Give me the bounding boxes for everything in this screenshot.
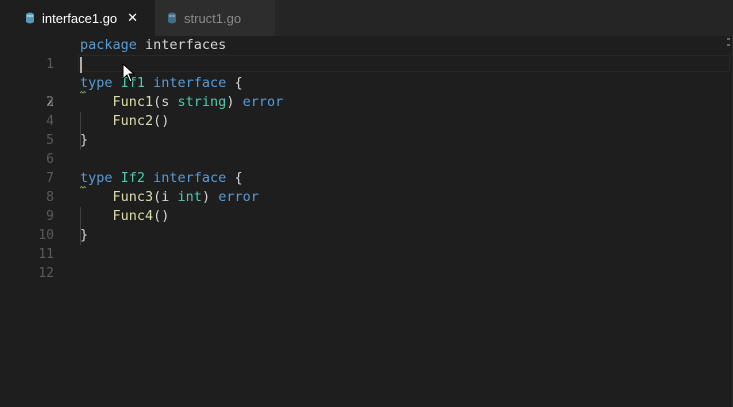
function-name: Func1 xyxy=(80,94,154,110)
code-line-current[interactable]: 2 xyxy=(0,55,733,110)
code-line[interactable]: 1 package interfaces xyxy=(0,36,733,72)
return-type: error xyxy=(242,94,284,110)
punctuation: (s xyxy=(153,94,178,110)
keyword: interface xyxy=(145,170,227,186)
keyword: type xyxy=(80,75,113,91)
brace: } xyxy=(80,132,89,148)
brace: } xyxy=(80,227,89,243)
punctuation: () xyxy=(153,208,170,224)
keyword: package xyxy=(80,37,137,53)
type-name: string xyxy=(177,94,227,110)
code-line[interactable]: 9 Func3(i int) error xyxy=(0,188,733,224)
line-number: 12 xyxy=(38,266,54,281)
close-icon[interactable]: ✕ xyxy=(127,11,138,26)
code-line[interactable]: 7 xyxy=(0,150,733,186)
package-name: interfaces xyxy=(136,37,227,53)
code-line[interactable]: 8 type If2 interface { xyxy=(0,169,733,205)
code-line[interactable]: 6 } xyxy=(0,131,733,167)
code-editor[interactable]: 1 package interfaces 2 3 type If1 interf… xyxy=(0,36,733,407)
brace: { xyxy=(226,170,243,186)
function-name: Func4 xyxy=(80,208,154,224)
tab-struct1-go[interactable]: struct1.go xyxy=(155,0,275,36)
code-line[interactable]: 10 Func4() xyxy=(0,207,733,243)
editor-window: interface1.go ✕ struct1.go 1 package int… xyxy=(0,0,733,407)
code-line[interactable]: 11 } xyxy=(0,226,733,262)
lint-squiggle xyxy=(80,91,86,94)
overview-ruler-mark xyxy=(727,44,730,46)
punctuation: ) xyxy=(201,189,219,205)
go-file-icon xyxy=(167,11,177,25)
tab-interface1-go[interactable]: interface1.go ✕ xyxy=(0,0,155,36)
return-type: error xyxy=(218,189,259,205)
text-cursor xyxy=(80,57,82,73)
code-line[interactable]: 3 type If1 interface { xyxy=(0,74,733,110)
go-file-icon xyxy=(25,11,35,25)
tab-bar: interface1.go ✕ struct1.go xyxy=(0,0,733,36)
tab-label: interface1.go xyxy=(42,10,118,26)
punctuation: (i xyxy=(153,189,178,205)
function-name: Func2 xyxy=(80,113,154,129)
type-name: If2 xyxy=(112,170,146,186)
overview-ruler-mark xyxy=(727,38,730,40)
punctuation: () xyxy=(153,113,170,129)
type-name: int xyxy=(177,189,202,205)
code-line[interactable]: 4 Func1(s string) error xyxy=(0,93,733,129)
code-line[interactable]: 12 xyxy=(0,245,733,281)
code-line[interactable]: 5 Func2() xyxy=(0,112,733,148)
keyword: interface xyxy=(145,75,227,91)
current-line-highlight xyxy=(78,55,730,72)
brace: { xyxy=(226,75,243,91)
function-name: Func3 xyxy=(80,189,154,205)
lint-squiggle xyxy=(80,186,86,189)
tab-label: struct1.go xyxy=(184,10,242,26)
mouse-pointer-icon xyxy=(122,63,136,83)
keyword: type xyxy=(80,170,113,186)
punctuation: ) xyxy=(226,94,243,110)
